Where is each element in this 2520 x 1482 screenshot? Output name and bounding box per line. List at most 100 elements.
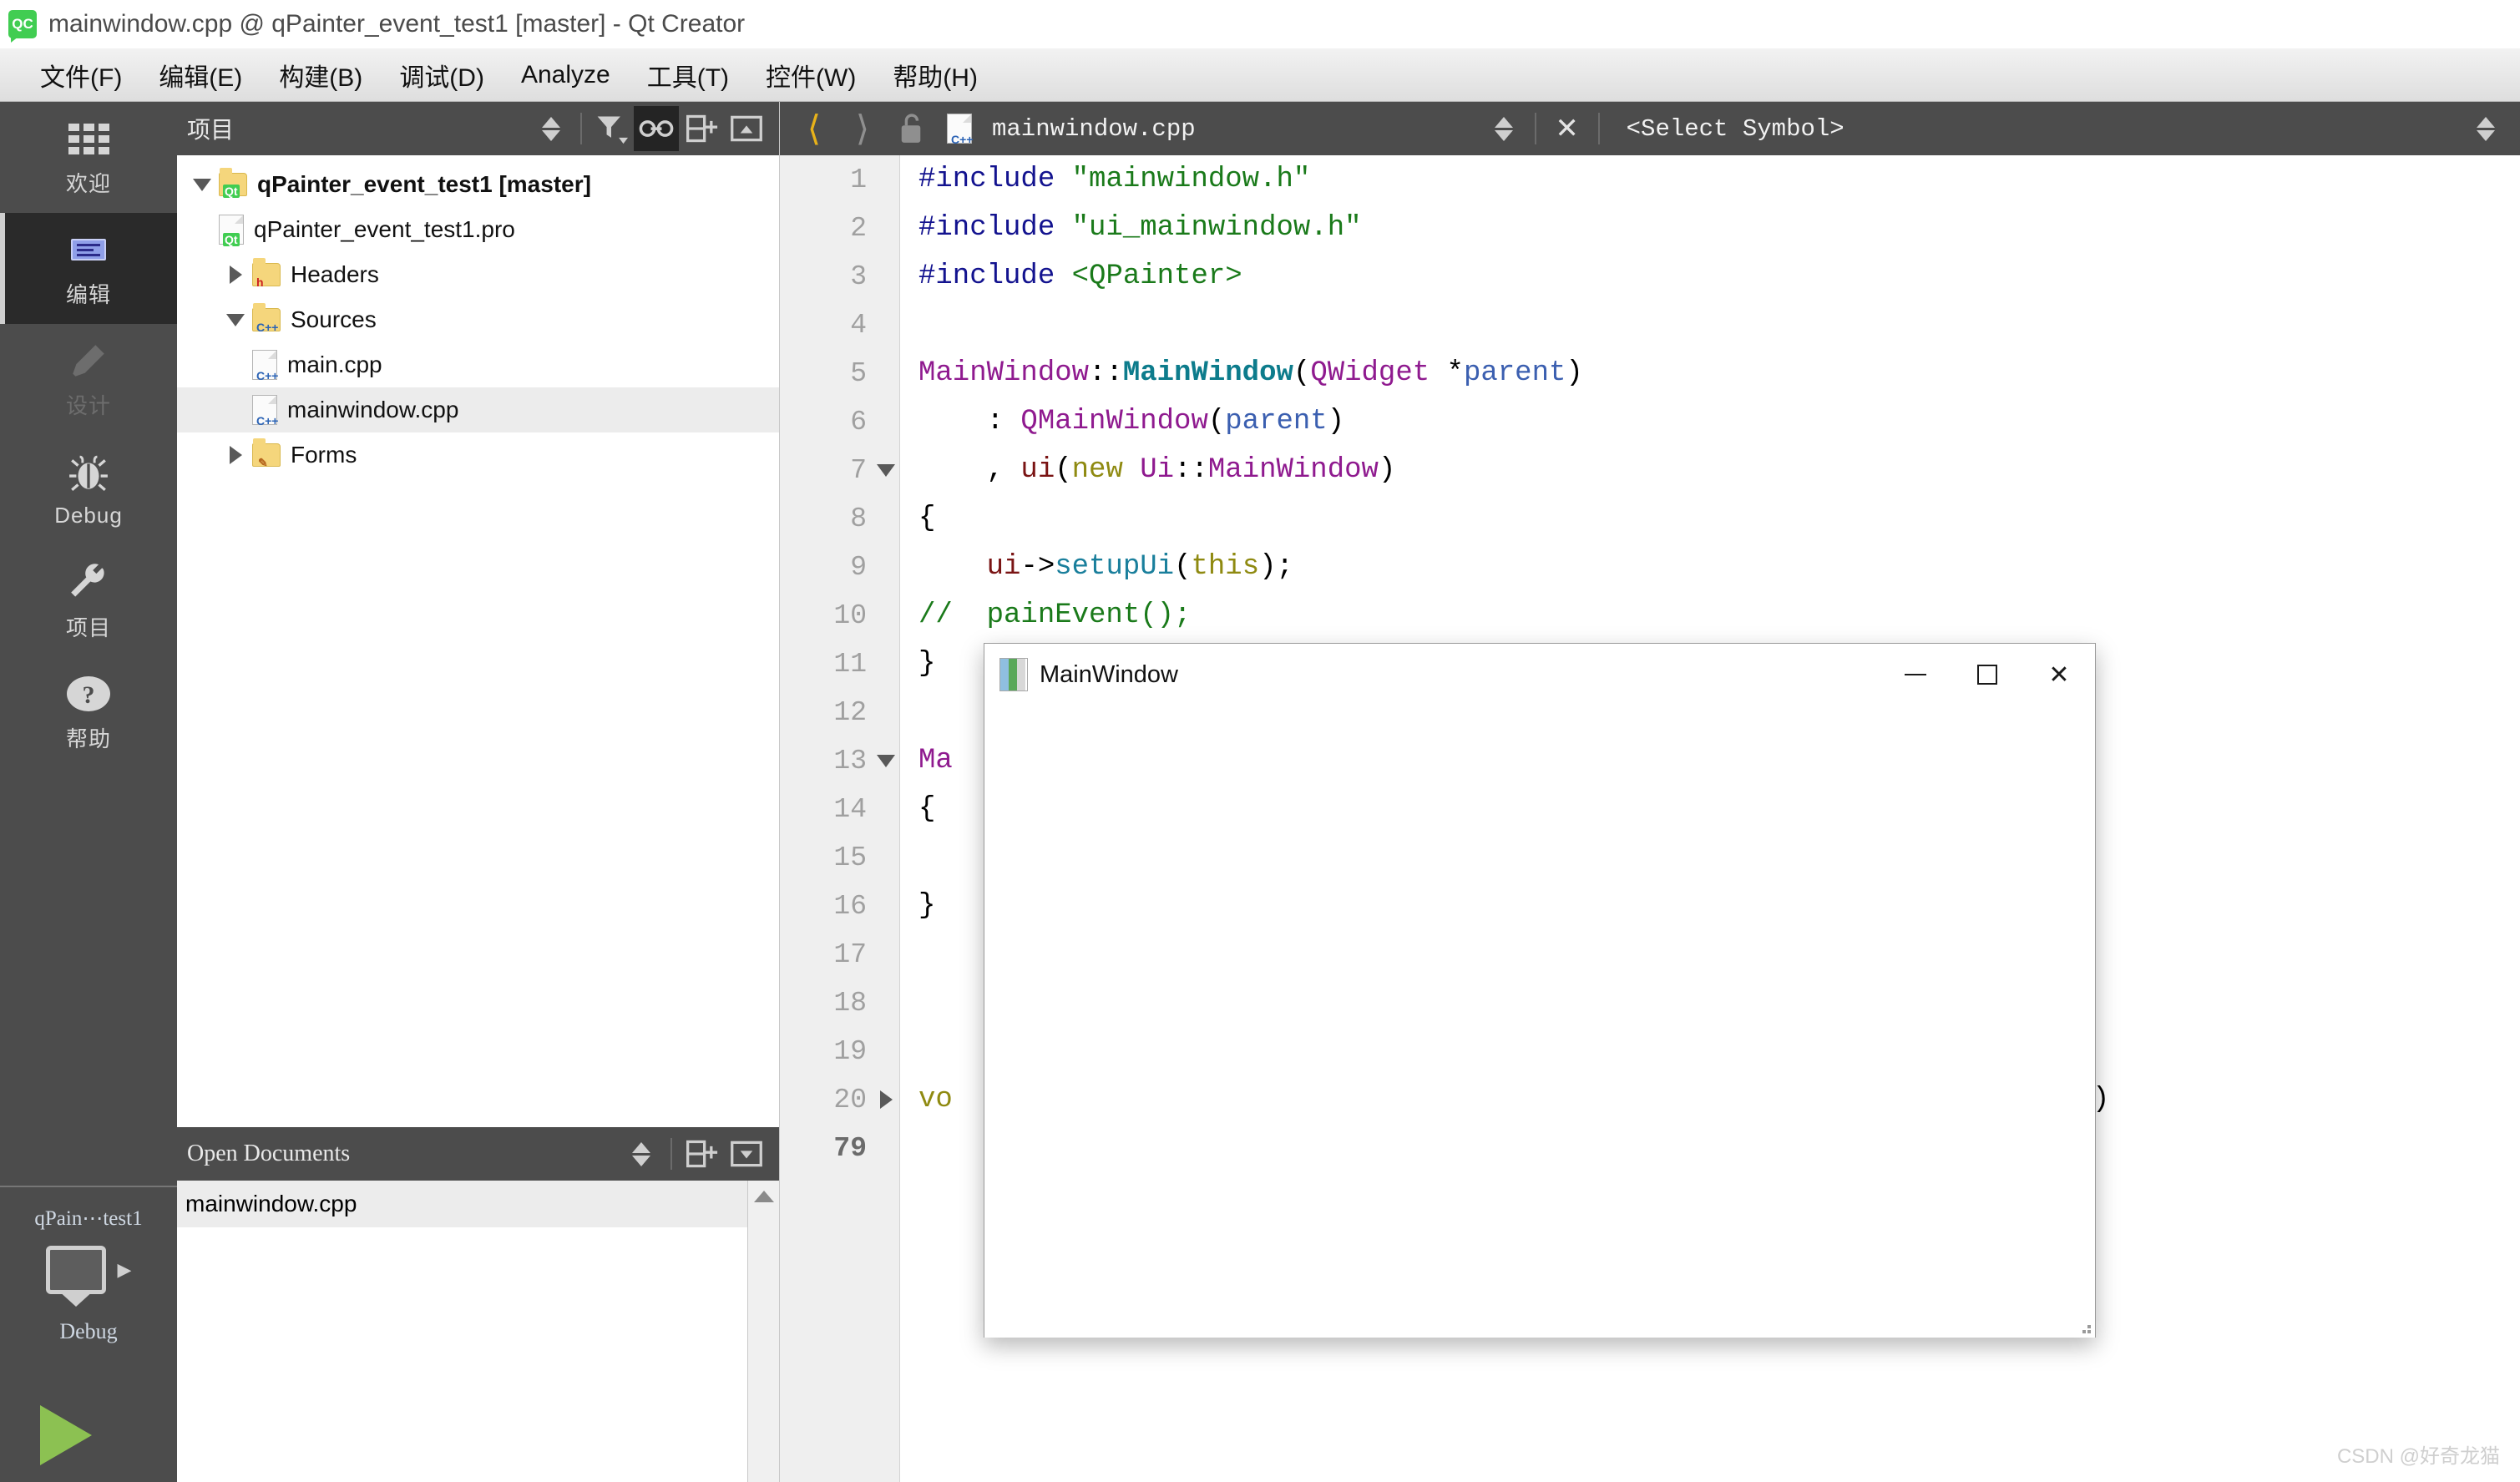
tree-label-project: qPainter_event_test1 [master] [257, 171, 591, 197]
kit-selector[interactable]: qPain⋯test1 ▶ Debug [0, 1186, 177, 1482]
mode-label-help: 帮助 [65, 726, 111, 751]
twisty-right-icon[interactable] [219, 266, 252, 284]
link-icon[interactable] [634, 106, 679, 151]
tree-label-mainwindow-cpp: mainwindow.cpp [287, 397, 459, 422]
mode-label-welcome: 欢迎 [65, 171, 111, 196]
tree-item-mainwindow-cpp[interactable]: C++ mainwindow.cpp [177, 387, 779, 432]
mode-label-edit: 编辑 [65, 282, 111, 307]
open-documents-list: mainwindow.cpp [177, 1181, 779, 1482]
fold-down-icon[interactable] [872, 463, 900, 477]
menu-build[interactable]: 构建(B) [261, 52, 381, 99]
maximize-icon[interactable] [1951, 644, 2023, 706]
code-line[interactable]: 9 ui->setupUi(this); [780, 543, 2520, 591]
code-line[interactable]: 5 MainWindow::MainWindow(QWidget *parent) [780, 349, 2520, 397]
line-number: 4 [850, 309, 867, 341]
kit-build-config: Debug [59, 1319, 118, 1343]
mode-item-design: 设计 [0, 324, 177, 435]
twisty-down-icon[interactable] [185, 178, 219, 191]
cpp-file-icon: C++ [935, 104, 984, 153]
menu-edit[interactable]: 编辑(E) [140, 52, 261, 99]
line-number: 13 [833, 745, 867, 776]
unlocked-icon[interactable] [887, 104, 935, 153]
code-text: MainWindow::MainWindow(QWidget *parent) [918, 357, 1583, 389]
kit-icon-row: ▶ [0, 1246, 177, 1294]
mode-item-debug[interactable]: Debug [0, 435, 177, 546]
close-icon[interactable]: ✕ [1543, 104, 1591, 153]
editor-file-name[interactable]: mainwindow.cpp [992, 115, 1196, 143]
menu-tools[interactable]: 工具(T) [629, 52, 747, 99]
tree-item-headers[interactable]: h Headers [177, 252, 779, 297]
mode-item-welcome[interactable]: 欢迎 [0, 102, 177, 213]
open-documents-scrollbar[interactable] [747, 1181, 779, 1482]
tree-item-main-cpp[interactable]: C++ main.cpp [177, 342, 779, 387]
fold-right-icon[interactable] [872, 1090, 900, 1109]
scroll-up-icon[interactable] [748, 1181, 780, 1212]
code-text: { [918, 503, 936, 534]
back-arrow-icon[interactable]: ⟨ [790, 104, 838, 153]
close-icon[interactable]: ✕ [2023, 644, 2095, 706]
total-lines-count: 79 [833, 1132, 867, 1164]
code-text: vo [918, 1084, 953, 1115]
code-line[interactable]: 8{ [780, 494, 2520, 543]
run-icon[interactable] [40, 1405, 92, 1465]
window-title: mainwindow.cpp @ qPainter_event_test1 [m… [48, 10, 746, 38]
twisty-right-icon[interactable] [219, 446, 252, 464]
line-number: 16 [833, 890, 867, 922]
code-text: Ma [918, 745, 953, 776]
mode-item-edit[interactable]: 编辑 [0, 213, 177, 324]
minimize-icon[interactable] [1880, 644, 1951, 706]
symbol-selector[interactable]: <Select Symbol> [1627, 115, 1844, 143]
updown-arrows-icon[interactable] [529, 106, 574, 151]
code-text: #include "mainwindow.h" [918, 164, 1311, 195]
resize-grip-icon[interactable] [2077, 1320, 2091, 1333]
code-text: { [918, 793, 936, 825]
menu-file[interactable]: 文件(F) [22, 52, 140, 99]
line-number: 5 [850, 357, 867, 389]
mainwindow-dialog-window-buttons: ✕ [1880, 644, 2095, 706]
line-number: 15 [833, 842, 867, 873]
split-add-icon[interactable] [679, 1131, 724, 1176]
collapse-panel-icon[interactable] [724, 1131, 769, 1176]
twisty-down-icon[interactable] [219, 313, 252, 326]
mode-item-projects[interactable]: 项目 [0, 546, 177, 657]
tree-item-sources[interactable]: C++ Sources [177, 297, 779, 342]
code-line[interactable]: 10 // painEvent(); [780, 591, 2520, 640]
code-line[interactable]: 4 [780, 301, 2520, 349]
line-number: 12 [833, 696, 867, 728]
filter-icon[interactable] [589, 106, 634, 151]
updown-arrows-icon[interactable] [2462, 104, 2510, 153]
line-number: 6 [850, 406, 867, 438]
svg-text:?: ? [83, 681, 95, 709]
edit-document-icon [71, 228, 106, 271]
code-line[interactable]: 1 #include "mainwindow.h" [780, 155, 2520, 204]
menu-analyze[interactable]: Analyze [503, 56, 629, 94]
menu-debug[interactable]: 调试(D) [381, 52, 503, 99]
forward-arrow-icon[interactable]: ⟩ [838, 104, 887, 153]
mainwindow-dialog[interactable]: MainWindow ✕ [984, 643, 2096, 1338]
line-number: 7 [850, 454, 867, 486]
updown-arrows-icon[interactable] [619, 1131, 664, 1176]
code-text: } [918, 890, 936, 922]
menu-help[interactable]: 帮助(H) [874, 52, 996, 99]
open-documents-panel: Open Documents mainwindow.cpp [177, 1127, 780, 1482]
code-line[interactable]: 3 #include <QPainter> [780, 252, 2520, 301]
open-document-item[interactable]: mainwindow.cpp [177, 1181, 779, 1227]
split-add-icon[interactable] [679, 106, 724, 151]
code-text: #include "ui_mainwindow.h" [918, 212, 1362, 244]
code-line[interactable]: 6 : QMainWindow(parent) [780, 397, 2520, 446]
code-text: } [918, 648, 936, 680]
code-line[interactable]: 2 #include "ui_mainwindow.h" [780, 204, 2520, 252]
line-number: 11 [833, 648, 867, 680]
grid-icon [68, 117, 109, 160]
mode-item-help[interactable]: ? 帮助 [0, 657, 177, 768]
mainwindow-dialog-titlebar[interactable]: MainWindow ✕ [984, 644, 2095, 706]
code-line[interactable]: 7 , ui(new Ui::MainWindow) [780, 446, 2520, 494]
tree-label-forms: Forms [291, 442, 357, 468]
tree-item-forms[interactable]: ✎ Forms [177, 432, 779, 478]
tree-item-project[interactable]: Qt qPainter_event_test1 [master] [177, 162, 779, 207]
menu-widgets[interactable]: 控件(W) [747, 52, 874, 99]
tree-item-pro-file[interactable]: Qt qPainter_event_test1.pro [177, 207, 779, 252]
collapse-panel-icon[interactable] [724, 106, 769, 151]
fold-down-icon[interactable] [872, 754, 900, 767]
updown-arrows-icon[interactable] [1480, 104, 1528, 153]
